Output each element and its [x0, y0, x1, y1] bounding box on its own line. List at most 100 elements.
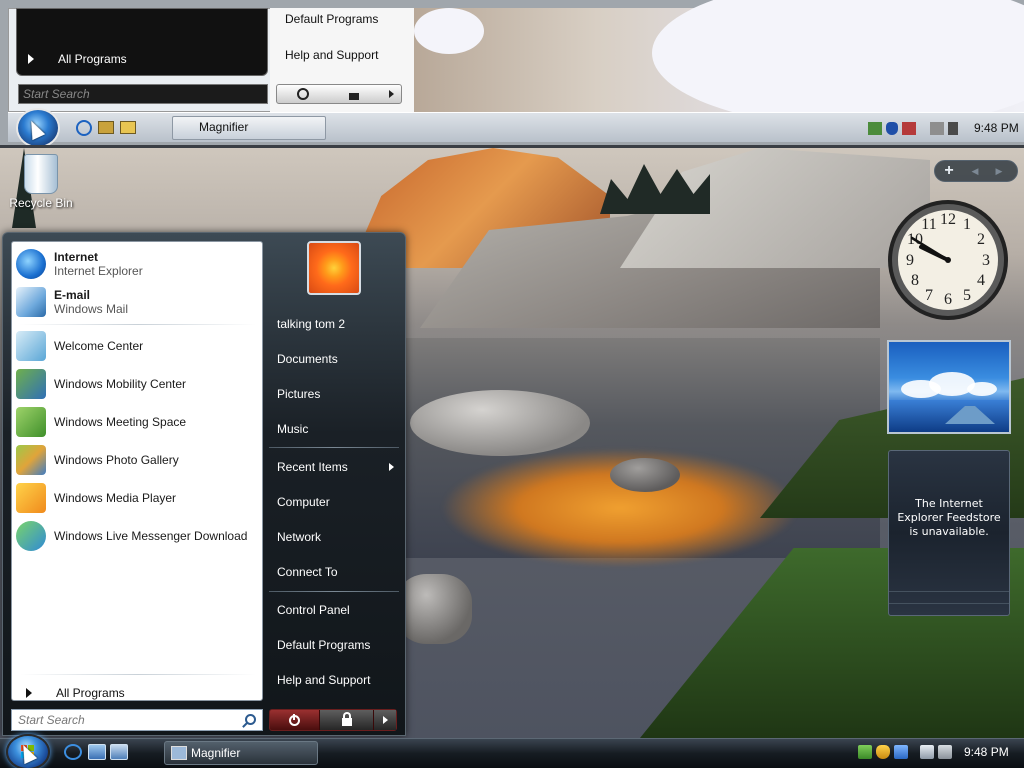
lock-button[interactable]: [320, 710, 374, 730]
mag-all-programs[interactable]: All Programs: [58, 52, 127, 66]
clock-number: 12: [940, 211, 956, 228]
recent-welcome-center[interactable]: Welcome Center: [16, 328, 260, 364]
prog-sub: Windows Mail: [54, 302, 129, 316]
start-search-input[interactable]: Start Search: [11, 709, 263, 731]
mag-tray-icons: [864, 120, 962, 136]
power-controls: [269, 709, 397, 731]
show-desktop-icon[interactable]: [88, 744, 106, 760]
prog-name: Windows Mobility Center: [54, 377, 187, 391]
switch-windows-icon[interactable]: [110, 744, 128, 760]
prog-name: E-mail: [54, 288, 91, 302]
mag-arrow-right-icon: [389, 90, 394, 98]
internet-explorer-icon: [16, 249, 46, 279]
magnifier-view: Default Programs Help and Support All Pr…: [0, 0, 1024, 148]
prog-name: Windows Meeting Space: [54, 415, 187, 429]
network-link[interactable]: Network: [277, 522, 401, 552]
magnifier-app-icon: [171, 746, 187, 760]
magnified-wallpaper: [414, 0, 1024, 128]
pinned-email[interactable]: E-mail Windows Mail: [16, 284, 260, 320]
mag-clock: 9:48 PM: [974, 121, 1019, 135]
mag-default-programs-link[interactable]: Default Programs: [285, 12, 378, 26]
mag-search-input[interactable]: Start Search: [18, 84, 268, 104]
start-menu-left-pane: Internet Internet Explorer E-mail Window…: [11, 241, 263, 701]
meeting-space-icon: [16, 407, 46, 437]
mag-lock-icon: [349, 93, 359, 100]
recycle-bin-label: Recycle Bin: [9, 196, 73, 210]
tray-network-icon[interactable]: [858, 745, 872, 759]
documents-link[interactable]: Documents: [277, 344, 401, 374]
volume-muted-icon[interactable]: [938, 745, 952, 759]
music-link[interactable]: Music: [277, 414, 401, 444]
feed-headlines-gadget[interactable]: The Internet Explorer Feedstore is unava…: [888, 450, 1010, 616]
recent-media-player[interactable]: Windows Media Player: [16, 480, 260, 516]
user-folder-link[interactable]: talking tom 2: [277, 309, 401, 339]
computer-link[interactable]: Computer: [277, 487, 401, 517]
recent-messenger-download[interactable]: Windows Live Messenger Download: [16, 518, 260, 554]
arrow-right-icon: [26, 688, 32, 698]
messenger-icon: [16, 521, 46, 551]
power-button[interactable]: [270, 710, 320, 730]
clock-gadget[interactable]: 12 1 2 3 4 5 6 7 8 9 10 11: [886, 198, 1010, 322]
welcome-center-icon: [16, 331, 46, 361]
quicklaunch-ie-icon[interactable]: [64, 744, 82, 760]
power-icon: [289, 713, 300, 726]
sidebar-next-icon[interactable]: ▶: [987, 166, 1011, 177]
windows-mail-icon: [16, 287, 46, 317]
mag-task-magnifier: Magnifier: [172, 116, 326, 140]
search-icon[interactable]: [245, 714, 256, 725]
security-shield-icon[interactable]: [876, 745, 890, 759]
clock-number: 7: [925, 287, 933, 304]
tray-update-icon[interactable]: [894, 745, 908, 759]
submenu-arrow-icon: [389, 463, 394, 471]
clock-number: 3: [982, 252, 990, 269]
search-placeholder: Start Search: [18, 713, 85, 727]
start-menu: Internet Internet Explorer E-mail Window…: [2, 232, 406, 736]
connect-to-link[interactable]: Connect To: [277, 557, 401, 587]
recycle-bin[interactable]: Recycle Bin: [6, 154, 76, 210]
recent-mobility-center[interactable]: Windows Mobility Center: [16, 366, 260, 402]
network-status-icon[interactable]: [920, 745, 934, 759]
recent-photo-gallery[interactable]: Windows Photo Gallery: [16, 442, 260, 478]
recent-meeting-space[interactable]: Windows Meeting Space: [16, 404, 260, 440]
mobility-center-icon: [16, 369, 46, 399]
user-picture-avatar[interactable]: [307, 241, 361, 295]
help-support-link[interactable]: Help and Support: [277, 665, 401, 695]
clock-number: 2: [977, 231, 985, 248]
all-programs-button[interactable]: All Programs: [16, 682, 260, 704]
sidebar-prev-icon[interactable]: ◀: [963, 166, 987, 177]
recent-items-link[interactable]: Recent Items: [277, 452, 401, 482]
all-programs-label: All Programs: [56, 686, 125, 700]
clock-number: 5: [963, 287, 971, 304]
control-panel-link[interactable]: Control Panel: [277, 595, 401, 625]
recycle-bin-icon: [24, 154, 58, 194]
clock-number: 4: [977, 272, 985, 289]
prog-name: Windows Photo Gallery: [54, 453, 179, 467]
arrow-right-icon: [382, 716, 388, 724]
pictures-link[interactable]: Pictures: [277, 379, 401, 409]
taskbar-magnifier-button[interactable]: Magnifier: [164, 741, 318, 765]
mag-power-bar[interactable]: [276, 84, 402, 104]
mag-desktop-icon: [98, 121, 114, 134]
lock-icon: [341, 712, 352, 726]
pinned-internet[interactable]: Internet Internet Explorer: [16, 246, 260, 282]
prog-name: Windows Media Player: [54, 491, 177, 505]
taskbar-clock[interactable]: 9:48 PM: [964, 745, 1009, 759]
mag-power-icon: [297, 88, 309, 100]
clock-number: 9: [906, 252, 914, 269]
mag-help-support-link[interactable]: Help and Support: [285, 48, 378, 62]
mag-ie-icon: [76, 120, 92, 136]
task-label: Magnifier: [191, 746, 241, 760]
default-programs-link[interactable]: Default Programs: [277, 630, 401, 660]
media-player-icon: [16, 483, 46, 513]
prog-sub: Internet Explorer: [54, 264, 143, 278]
add-gadget-button[interactable]: +: [935, 162, 963, 180]
photo-gallery-icon: [16, 445, 46, 475]
prog-name: Windows Live Messenger Download: [54, 529, 248, 543]
prog-name: Welcome Center: [54, 339, 144, 353]
clock-number: 8: [911, 272, 919, 289]
shutdown-options-button[interactable]: [374, 710, 396, 730]
feed-unavailable-message: The Internet Explorer Feedstore is unava…: [897, 497, 1001, 538]
clock-number: 6: [944, 291, 952, 308]
sidebar-controls: + ◀ ▶: [934, 160, 1018, 182]
slideshow-gadget[interactable]: [887, 340, 1011, 434]
